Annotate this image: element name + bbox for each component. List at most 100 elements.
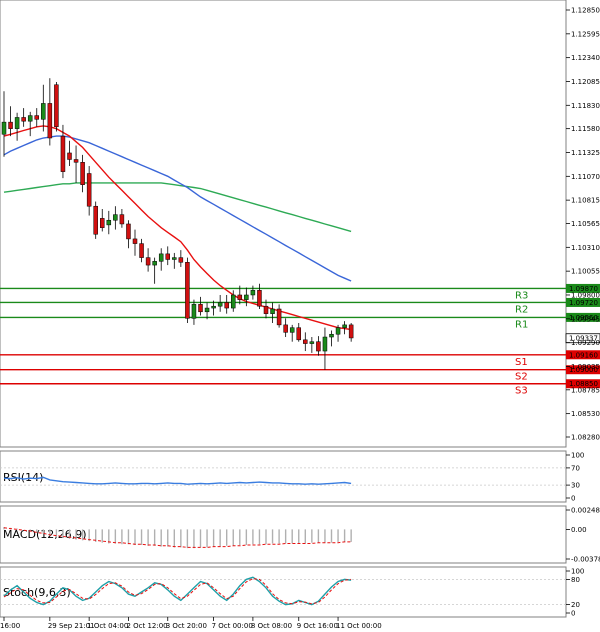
candle-body	[283, 324, 288, 333]
price-tick-label: 1.09035	[571, 363, 600, 371]
candle-body	[276, 308, 282, 326]
candle-body	[270, 308, 275, 314]
level-name-r3: R3	[515, 290, 528, 301]
price-tick-label: 1.11070	[571, 173, 600, 181]
candle-body	[224, 302, 229, 309]
macd-tick-label: -0.003788	[571, 556, 600, 564]
candle-body	[14, 117, 20, 129]
stoch-tick-label: 80	[571, 576, 580, 584]
time-tick-label: 11 Oct 00:00	[336, 622, 382, 630]
candle-body	[145, 257, 151, 266]
time-tick-label: 3 Oct 20:00	[166, 622, 207, 630]
candle-body	[73, 159, 79, 163]
candle-body	[309, 341, 315, 344]
candle-body	[348, 324, 354, 339]
price-tick-label: 1.10565	[571, 220, 600, 228]
price-tick-label: 1.09545	[571, 315, 600, 323]
stoch-tick-label: 100	[571, 568, 584, 576]
main-plot-frame	[0, 0, 567, 448]
candle-body	[335, 327, 341, 335]
candle-body	[1, 121, 7, 135]
candle-body	[54, 84, 59, 128]
candle-body	[139, 243, 144, 258]
candle-body	[178, 257, 184, 263]
price-tick-label: 1.11580	[571, 125, 600, 133]
candle-body	[191, 304, 197, 319]
price-tick-label: 1.11830	[571, 102, 600, 110]
time-tick-label: 16:00	[0, 622, 20, 630]
candle-body	[47, 103, 53, 139]
stoch-tick-label: 0	[571, 610, 575, 618]
candle-body	[185, 262, 190, 319]
time-tick-label: 8 Oct 08:00	[251, 622, 292, 630]
candle-body	[27, 115, 33, 122]
candle-body	[67, 152, 72, 160]
price-tick-label: 1.10310	[571, 244, 600, 252]
candle-body	[158, 253, 164, 262]
rsi-panel-frame	[0, 450, 567, 503]
level-price-r2: 1.09720	[569, 299, 598, 307]
macd-title: MACD(12,26,9)	[3, 528, 87, 541]
price-tick-label: 1.12085	[571, 78, 600, 86]
candle-body	[132, 238, 138, 244]
candle-body	[303, 339, 308, 344]
candle-body	[257, 290, 262, 307]
rsi-tick-label: 70	[571, 464, 580, 472]
candle-body	[106, 219, 112, 226]
macd-tick-label: 0.00	[571, 526, 587, 534]
level-name-r2: R2	[515, 304, 528, 315]
candle-body	[113, 214, 118, 221]
candle-body	[80, 162, 85, 185]
level-name-s2: S2	[515, 372, 528, 383]
candle-body	[100, 218, 105, 228]
price-tick-label: 1.08530	[571, 410, 600, 418]
chart-window: R31.09870R21.09720R11.09560S11.09160S21.…	[0, 0, 600, 630]
rsi-tick-label: 0	[571, 495, 575, 503]
candle-body	[217, 302, 223, 307]
candle-body	[342, 324, 347, 328]
level-name-s1: S1	[515, 357, 528, 368]
price-tick-label: 1.09800	[571, 291, 600, 299]
candle-body	[41, 103, 46, 120]
time-axis: 16:00 29 Sep 21:011 Oct 04:002 Oct 12:003…	[0, 617, 382, 630]
price-tick-label: 1.12595	[571, 30, 600, 38]
candle-body	[237, 294, 243, 300]
candle-body	[289, 327, 295, 333]
level-price-s1: 1.09160	[569, 351, 598, 359]
price-tick-label: 1.12850	[571, 7, 600, 15]
price-tick-label: 1.08280	[571, 434, 600, 442]
candle-body	[244, 294, 249, 300]
candle-body	[316, 341, 321, 352]
candle-body	[231, 294, 236, 309]
candle-body	[204, 307, 210, 313]
candle-body	[152, 261, 157, 266]
candle-body	[165, 253, 170, 260]
price-axis: 1.12850 1.12595 1.12340 1.12085 1.11830 1.115…	[566, 7, 600, 442]
rsi-tick-label: 30	[571, 482, 580, 490]
stoch-tick-label: 20	[571, 601, 580, 609]
time-tick-label: 1 Oct 04:00	[87, 622, 128, 630]
level-name-s3: S3	[515, 386, 528, 397]
price-tick-label: 1.09290	[571, 339, 600, 347]
candle-body	[211, 305, 216, 309]
price-tick-label: 1.11325	[571, 149, 600, 157]
macd-tick-label: 0.00248	[571, 507, 600, 515]
stoch-panel-frame	[0, 566, 567, 618]
price-tick-label: 1.10055	[571, 268, 600, 276]
candle-body	[263, 305, 269, 314]
rsi-tick-label: 100	[571, 452, 584, 460]
candle-body	[86, 173, 92, 207]
candle-body	[329, 333, 334, 338]
candle-body	[119, 214, 125, 225]
candle-body	[198, 304, 203, 313]
candle-body	[296, 327, 301, 341]
rsi-title: RSI(14)	[3, 471, 43, 484]
candle-body	[21, 117, 26, 122]
candle-body	[8, 121, 13, 129]
candle-body	[322, 336, 328, 352]
candle-body	[60, 135, 66, 172]
candle-body	[172, 257, 177, 260]
candle-body	[93, 205, 98, 235]
price-tick-label: 1.12340	[571, 54, 600, 62]
level-name-r1: R1	[515, 319, 528, 330]
